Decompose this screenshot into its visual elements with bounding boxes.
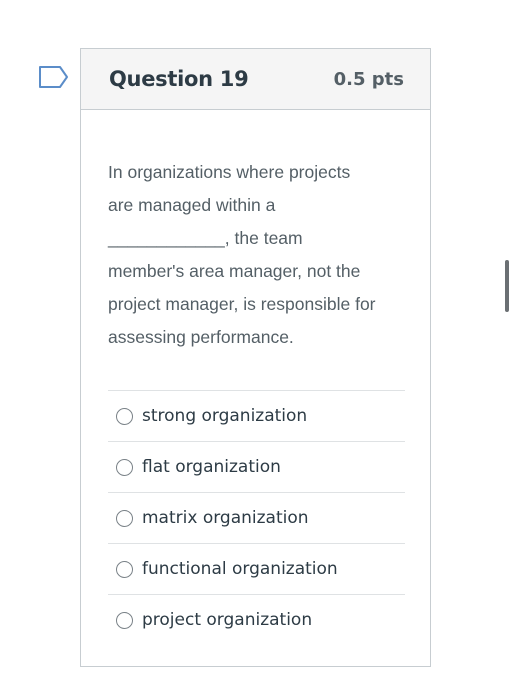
answer-list: strong organization flat organization ma…: [108, 390, 405, 645]
question-title: Question 19: [109, 67, 249, 91]
question-points: 0.5 pts: [333, 68, 404, 90]
radio-button[interactable]: [116, 611, 133, 629]
flag-question-icon[interactable]: [38, 65, 70, 89]
question-text-line: ____________, the team: [108, 228, 303, 248]
answer-label[interactable]: functional organization: [142, 559, 338, 579]
radio-button[interactable]: [116, 407, 133, 425]
answer-label[interactable]: strong organization: [142, 406, 307, 426]
radio-button[interactable]: [116, 509, 133, 527]
answer-label[interactable]: matrix organization: [142, 508, 309, 528]
answer-label[interactable]: project organization: [142, 610, 312, 630]
answer-option[interactable]: project organization: [108, 594, 405, 645]
scrollbar-thumb[interactable]: [505, 260, 509, 312]
question-text-line: member's area manager, not the: [108, 261, 361, 281]
question-text-line: In organizations where projects: [108, 162, 351, 182]
answer-option[interactable]: functional organization: [108, 543, 405, 594]
question-text-line: are managed within a: [108, 195, 276, 215]
answer-label[interactable]: flat organization: [142, 457, 281, 477]
answer-option[interactable]: flat organization: [108, 441, 405, 492]
radio-button[interactable]: [116, 458, 133, 476]
question-text: In organizations where projects are mana…: [108, 156, 408, 354]
question-body: In organizations where projects are mana…: [81, 110, 430, 645]
answer-option[interactable]: matrix organization: [108, 492, 405, 543]
question-text-line: assessing performance.: [108, 327, 294, 347]
answer-option[interactable]: strong organization: [108, 390, 405, 441]
question-card: Question 19 0.5 pts In organizations whe…: [80, 48, 431, 667]
radio-button[interactable]: [116, 560, 133, 578]
question-text-line: project manager, is responsible for: [108, 294, 376, 314]
question-header: Question 19 0.5 pts: [81, 49, 430, 110]
